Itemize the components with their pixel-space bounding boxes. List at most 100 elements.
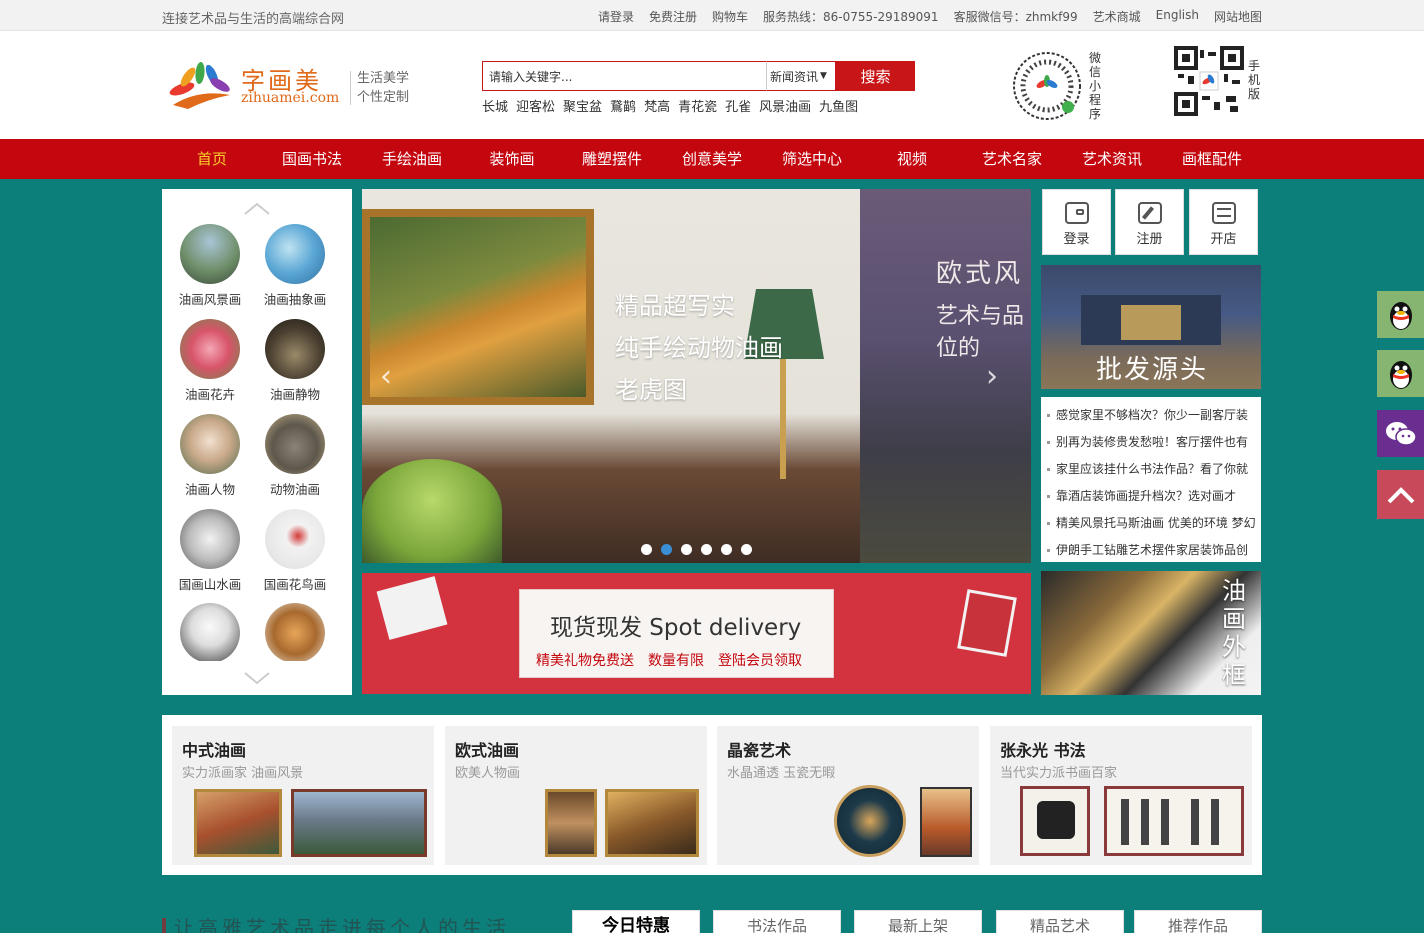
qq-icon xyxy=(1389,360,1412,389)
tab-today-deals[interactable]: 今日特惠 xyxy=(572,910,700,933)
nav-oil-painting[interactable]: 手绘油画 xyxy=(362,139,462,179)
search-input[interactable] xyxy=(482,61,766,91)
news-item[interactable]: 伊朗手工钻雕艺术摆件家居装饰品创 xyxy=(1041,537,1261,564)
nav-creative[interactable]: 创意美学 xyxy=(662,139,762,179)
sitemap-link[interactable]: 网站地图 xyxy=(1214,8,1262,25)
hotword-link[interactable]: 迎客松 xyxy=(516,96,555,115)
category-item[interactable] xyxy=(255,603,335,661)
hotword-link[interactable]: 鵞鹋 xyxy=(610,96,636,115)
search-button[interactable]: 搜索 xyxy=(836,61,915,91)
tagline-line-1: 生活美学 xyxy=(357,71,410,86)
hot-keywords: 长城 迎客松 聚宝盆 鵞鹋 梵高 青花瓷 孔雀 风景油画 九鱼图 xyxy=(482,96,866,115)
category-item[interactable]: 油画人物 xyxy=(170,414,250,498)
chevron-up-icon[interactable] xyxy=(243,202,271,216)
category-label: 油画花卉 xyxy=(184,387,235,402)
category-item[interactable]: 国画花鸟画 xyxy=(255,509,335,593)
slider-dot[interactable] xyxy=(681,544,692,555)
nav-sculpture[interactable]: 雕塑摆件 xyxy=(562,139,662,179)
wholesale-banner[interactable]: 批发源头 xyxy=(1041,265,1261,389)
slider-prev-icon[interactable]: ‹ xyxy=(380,359,392,394)
news-item[interactable]: 家里应该挂什么书法作品？看了你就 xyxy=(1041,456,1261,483)
register-link[interactable]: 免费注册 xyxy=(649,8,697,25)
hero-slider[interactable]: 精品超写实 纯手绘动物油画 老虎图 欧式风 艺术与品位的 ‹ › xyxy=(362,189,1031,563)
tagline-line-2: 个性定制 xyxy=(357,90,410,105)
art-mall-link[interactable]: 艺术商城 xyxy=(1093,8,1141,25)
cart-link[interactable]: 购物车 xyxy=(712,8,748,25)
back-to-top-button[interactable] xyxy=(1377,470,1424,519)
featured-card[interactable]: 张永光 书法 当代实力派书画百家 xyxy=(990,726,1252,865)
featured-title: 晶瓷艺术 xyxy=(727,741,792,760)
landscape-thumbnail-image xyxy=(194,789,282,857)
featured-card[interactable]: 晶瓷艺术 水晶通透 玉瓷无暇 xyxy=(717,726,979,865)
flower-painting-icon xyxy=(180,319,240,379)
login-quick-button[interactable]: 登录 xyxy=(1042,189,1111,255)
qq-service-button[interactable] xyxy=(1377,291,1424,338)
hotword-link[interactable]: 风景油画 xyxy=(759,96,811,115)
search-scope-select[interactable]: 新闻资讯 ▼ xyxy=(766,61,836,91)
slider-dot[interactable] xyxy=(741,544,752,555)
category-item[interactable]: 油画静物 xyxy=(255,319,335,403)
nav-filter[interactable]: 筛选中心 xyxy=(762,139,862,179)
category-item[interactable]: 动物油画 xyxy=(255,414,335,498)
logo-english: zihuamei.com xyxy=(241,90,340,106)
featured-subtitle: 当代实力派书画百家 xyxy=(1000,766,1118,781)
banner-title: 现货现发 Spot delivery xyxy=(550,615,802,641)
hotword-link[interactable]: 长城 xyxy=(482,96,508,115)
frames-text: 油画外框 xyxy=(1222,577,1246,689)
frames-banner[interactable]: 油画外框 xyxy=(1041,571,1261,695)
slide-tiger-painting xyxy=(362,189,860,563)
site-logo[interactable]: 字画美 zihuamei.com xyxy=(168,59,348,113)
featured-title: 中式油画 xyxy=(182,741,247,760)
tab-premium-art[interactable]: 精品艺术 xyxy=(996,910,1124,933)
slider-next-icon[interactable]: › xyxy=(986,359,998,394)
qq-service-button[interactable] xyxy=(1377,350,1424,397)
chevron-down-icon[interactable] xyxy=(243,671,271,685)
partial-category-icon xyxy=(180,603,240,661)
nav-decorative[interactable]: 装饰画 xyxy=(462,139,562,179)
hotword-link[interactable]: 九鱼图 xyxy=(819,96,858,115)
nav-artists[interactable]: 艺术名家 xyxy=(962,139,1062,179)
nav-news[interactable]: 艺术资讯 xyxy=(1062,139,1162,179)
slider-dot[interactable] xyxy=(701,544,712,555)
category-item[interactable]: 国画山水画 xyxy=(170,509,250,593)
tab-calligraphy[interactable]: 书法作品 xyxy=(713,910,841,933)
hotword-link[interactable]: 梵高 xyxy=(644,96,670,115)
figure-painting-icon xyxy=(180,414,240,474)
wechat-service-button[interactable] xyxy=(1377,410,1424,457)
tab-new-arrivals[interactable]: 最新上架 xyxy=(854,910,982,933)
nav-calligraphy[interactable]: 国画书法 xyxy=(262,139,362,179)
spot-delivery-banner[interactable]: 现货现发 Spot delivery 精美礼物免费送 数量有限 登陆会员领取 xyxy=(362,573,1031,694)
nav-frames[interactable]: 画框配件 xyxy=(1162,139,1262,179)
slide-second-sub: 艺术与品位的 xyxy=(936,304,1025,361)
header: 字画美 zihuamei.com 生活美学 个性定制 新闻资讯 ▼ 搜索 长城 … xyxy=(0,31,1424,139)
slider-dot-active[interactable] xyxy=(661,544,672,555)
news-item[interactable]: 感觉家里不够档次？你少一副客厅装 xyxy=(1041,402,1261,429)
nav-video[interactable]: 视频 xyxy=(862,139,962,179)
mobile-qr-icon xyxy=(1174,46,1244,116)
category-item[interactable] xyxy=(170,603,250,661)
hotword-link[interactable]: 孔雀 xyxy=(725,96,751,115)
featured-card[interactable]: 中式油画 实力派画家 油画风景 xyxy=(172,726,434,865)
nav-home[interactable]: 首页 xyxy=(162,139,262,179)
category-item[interactable]: 油画抽象画 xyxy=(255,224,335,308)
news-item[interactable]: 靠酒店装饰画提升档次？选对画才 xyxy=(1041,483,1261,510)
wechat-icon xyxy=(1385,421,1417,446)
news-item[interactable]: 别再为装修贵发愁啦！客厅摆件也有 xyxy=(1041,429,1261,456)
login-link[interactable]: 请登录 xyxy=(598,8,634,25)
logo-divider xyxy=(350,71,351,105)
site-slogan: 连接艺术品与生活的高端综合网 xyxy=(162,12,345,27)
featured-subtitle: 欧美人物画 xyxy=(455,766,521,781)
category-item[interactable]: 油画风景画 xyxy=(170,224,250,308)
slider-dot[interactable] xyxy=(721,544,732,555)
english-link[interactable]: English xyxy=(1156,8,1199,25)
wholesale-text: 批发源头 xyxy=(1096,355,1209,385)
hotword-link[interactable]: 聚宝盆 xyxy=(563,96,602,115)
open-shop-quick-button[interactable]: 开店 xyxy=(1189,189,1258,255)
category-item[interactable]: 油画花卉 xyxy=(170,319,250,403)
news-item[interactable]: 精美风景托马斯油画 优美的环境 梦幻 xyxy=(1041,510,1261,537)
tab-recommended[interactable]: 推荐作品 xyxy=(1134,910,1262,933)
register-quick-button[interactable]: 注册 xyxy=(1115,189,1184,255)
featured-card[interactable]: 欧式油画 欧美人物画 xyxy=(445,726,707,865)
slider-dot[interactable] xyxy=(641,544,652,555)
hotword-link[interactable]: 青花瓷 xyxy=(678,96,717,115)
